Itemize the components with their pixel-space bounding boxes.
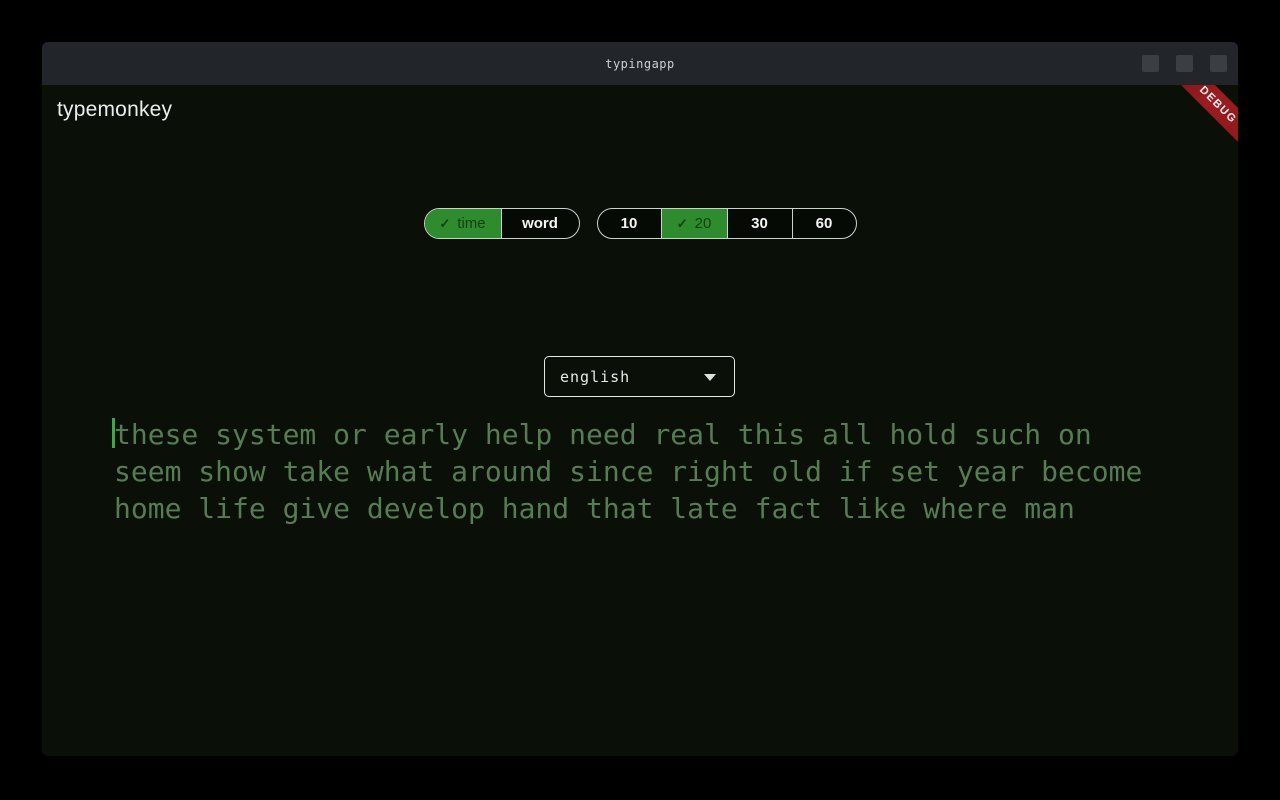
app-content: typemonkey DEBUG ✓ time word 10 ✓: [42, 85, 1238, 756]
words-line: these system or early help need real thi…: [114, 416, 1142, 453]
words-line: seem show take what around since right o…: [114, 453, 1142, 490]
duration-option-label: 30: [751, 215, 768, 232]
close-button[interactable]: [1210, 55, 1227, 72]
chevron-down-icon: [704, 374, 716, 381]
language-select-value: english: [560, 368, 630, 386]
minimize-button[interactable]: [1142, 55, 1159, 72]
window-title: typingapp: [605, 57, 675, 71]
words-line: home life give develop hand that late fa…: [114, 490, 1142, 527]
checkmark-icon: ✓: [677, 216, 688, 232]
duration-option-30[interactable]: 30: [727, 209, 792, 238]
duration-option-20[interactable]: ✓ 20: [661, 209, 727, 238]
duration-option-label: 10: [621, 215, 638, 232]
mode-option-word[interactable]: word: [501, 209, 579, 238]
duration-option-60[interactable]: 60: [792, 209, 856, 238]
language-select[interactable]: english: [544, 356, 735, 397]
duration-option-10[interactable]: 10: [598, 209, 661, 238]
test-config-bar: ✓ time word 10 ✓ 20 30 60: [42, 208, 1238, 239]
mode-option-time[interactable]: ✓ time: [425, 209, 501, 238]
mode-option-label: word: [522, 215, 558, 232]
checkmark-icon: ✓: [439, 216, 450, 232]
duration-option-label: 60: [816, 215, 833, 232]
app-window: typingapp typemonkey DEBUG ✓ time word: [42, 42, 1238, 756]
mode-option-label: time: [457, 215, 485, 232]
maximize-button[interactable]: [1176, 55, 1193, 72]
debug-ribbon-corner: DEBUG: [1138, 85, 1238, 185]
typing-caret: [112, 418, 115, 448]
titlebar: typingapp: [42, 42, 1238, 85]
debug-ribbon: DEBUG: [1156, 85, 1238, 167]
app-logo: typemonkey: [57, 98, 172, 122]
mode-toggle-group: ✓ time word: [424, 208, 580, 239]
duration-toggle-group: 10 ✓ 20 30 60: [597, 208, 857, 239]
typing-words-area[interactable]: these system or early help need real thi…: [114, 416, 1142, 527]
window-controls: [1142, 55, 1227, 72]
duration-option-label: 20: [695, 215, 712, 232]
